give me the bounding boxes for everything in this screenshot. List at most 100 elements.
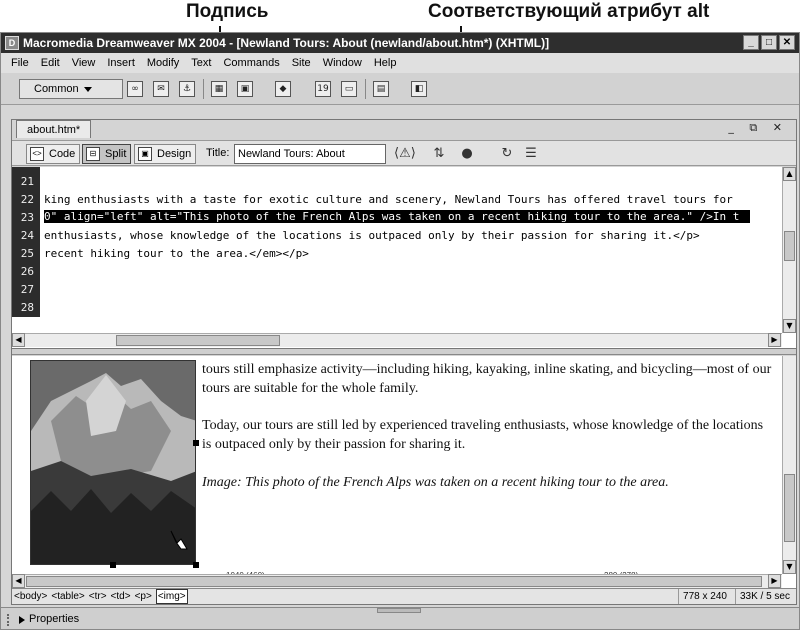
minimize-button[interactable]: _ bbox=[743, 35, 759, 50]
code-line: king enthusiasts with a taste for exotic… bbox=[44, 193, 733, 206]
split-divider[interactable] bbox=[12, 349, 796, 355]
line-number: 26 bbox=[20, 265, 34, 278]
tag-tr[interactable]: <tr> bbox=[89, 589, 107, 604]
preview-globe-icon[interactable]: ● bbox=[458, 145, 476, 163]
document-title-field[interactable] bbox=[234, 144, 386, 164]
alps-photo-image bbox=[31, 361, 195, 564]
insert-category-label: Common bbox=[34, 83, 79, 95]
menu-commands[interactable]: Commands bbox=[217, 53, 285, 73]
code-horizontal-scrollbar[interactable]: ◀ ▶ bbox=[12, 333, 782, 347]
resize-handle[interactable] bbox=[193, 562, 199, 568]
tag-td[interactable]: <td> bbox=[111, 589, 131, 604]
download-size: 33K / 5 sec bbox=[734, 589, 794, 604]
menu-file[interactable]: File bbox=[5, 53, 35, 73]
grip-icon[interactable] bbox=[7, 614, 13, 626]
properties-panel-bar[interactable]: Properties bbox=[1, 607, 799, 629]
line-number: 25 bbox=[20, 247, 34, 260]
document-tab[interactable]: about.htm* bbox=[16, 120, 92, 138]
date-icon[interactable]: 19 bbox=[315, 81, 331, 97]
line-number: 27 bbox=[20, 283, 34, 296]
maximize-button[interactable]: □ bbox=[761, 35, 777, 50]
tag-img-selected[interactable]: <img> bbox=[155, 589, 188, 604]
scroll-thumb[interactable] bbox=[116, 335, 280, 346]
design-vertical-scrollbar[interactable]: ▼ bbox=[782, 356, 796, 574]
insert-category-dropdown[interactable]: Common bbox=[19, 79, 123, 99]
design-pane[interactable]: tours still emphasize activity—including… bbox=[12, 356, 796, 588]
scroll-left-arrow[interactable]: ◀ bbox=[12, 333, 25, 347]
expand-arrow-icon[interactable] bbox=[19, 616, 25, 624]
title-label: Title: bbox=[206, 147, 230, 159]
code-line: enthusiasts, whose knowledge of the loca… bbox=[44, 229, 700, 242]
split-view-button[interactable]: ⊟ Split bbox=[82, 144, 132, 164]
menu-text[interactable]: Text bbox=[185, 53, 217, 73]
menu-edit[interactable]: Edit bbox=[35, 53, 66, 73]
callout-alt: Соответствующий атрибут alt bbox=[428, 1, 710, 22]
menu-help[interactable]: Help bbox=[368, 53, 403, 73]
code-view-label: Code bbox=[49, 148, 76, 160]
app-icon: D bbox=[5, 36, 19, 50]
scroll-down-arrow[interactable]: ▼ bbox=[783, 560, 796, 574]
tag-body[interactable]: <body> bbox=[14, 589, 47, 604]
status-bar: <body> <table> <tr> <td> <p> <img> 778 x… bbox=[12, 588, 796, 604]
menu-view[interactable]: View bbox=[66, 53, 102, 73]
line-number: 23 bbox=[20, 211, 34, 224]
menu-insert[interactable]: Insert bbox=[101, 53, 141, 73]
comment-icon[interactable]: ▭ bbox=[341, 81, 357, 97]
tag-selector: <body> <table> <tr> <td> <p> <img> bbox=[14, 589, 188, 604]
document-window-controls[interactable]: _ ⧉ ✕ bbox=[728, 121, 788, 135]
close-button[interactable]: ✕ bbox=[779, 35, 795, 50]
resize-handle[interactable] bbox=[193, 440, 199, 446]
file-management-icon[interactable]: ⇅ bbox=[430, 145, 448, 163]
properties-label[interactable]: Properties bbox=[29, 613, 79, 625]
view-options-icon[interactable]: ☰ bbox=[522, 145, 540, 163]
design-view-button[interactable]: ▣ Design bbox=[134, 144, 197, 164]
design-view-icon: ▣ bbox=[138, 147, 152, 161]
image-icon[interactable]: ▣ bbox=[237, 81, 253, 97]
line-number: 21 bbox=[20, 175, 34, 188]
tag-p[interactable]: <p> bbox=[135, 589, 152, 604]
insert-bar: Common ∞ ✉ ⚓ ▦ ▣ ◆ 19 ▭ ▤ ◧ bbox=[1, 73, 799, 105]
split-view-icon: ⊟ bbox=[86, 147, 100, 161]
design-view-label: Design bbox=[157, 148, 192, 160]
scroll-up-arrow[interactable]: ▲ bbox=[783, 167, 796, 181]
code-pane[interactable]: 21 22 23 24 25 26 27 28 king enthusiasts… bbox=[12, 167, 796, 349]
code-view-button[interactable]: <> Code bbox=[26, 144, 81, 164]
design-paragraph: tours still emphasize activity—including… bbox=[202, 362, 772, 396]
scroll-left-arrow[interactable]: ◀ bbox=[12, 574, 25, 588]
window-size-dropdown[interactable]: 778 x 240 bbox=[678, 589, 731, 604]
alps-photo[interactable] bbox=[30, 360, 196, 565]
design-horizontal-scrollbar[interactable]: ◀ ▶ bbox=[12, 574, 782, 588]
menu-window[interactable]: Window bbox=[317, 53, 368, 73]
menu-site[interactable]: Site bbox=[286, 53, 317, 73]
table-icon[interactable]: ▦ bbox=[211, 81, 227, 97]
scroll-right-arrow[interactable]: ▶ bbox=[768, 574, 781, 588]
scroll-right-arrow[interactable]: ▶ bbox=[768, 333, 781, 347]
image-caption: Image: This photo of the French Alps was… bbox=[202, 475, 669, 490]
named-anchor-icon[interactable]: ⚓ bbox=[179, 81, 195, 97]
hyperlink-icon[interactable]: ∞ bbox=[127, 81, 143, 97]
window-title: Macromedia Dreamweaver MX 2004 - [Newlan… bbox=[23, 36, 550, 50]
menu-modify[interactable]: Modify bbox=[141, 53, 185, 73]
media-icon[interactable]: ◆ bbox=[275, 81, 291, 97]
browser-check-icon[interactable]: ⟨⚠⟩ bbox=[394, 145, 416, 163]
scroll-thumb[interactable] bbox=[784, 231, 795, 261]
scroll-thumb[interactable] bbox=[26, 576, 762, 587]
code-vertical-scrollbar[interactable]: ▲ ▼ bbox=[782, 167, 796, 333]
tag-chooser-icon[interactable]: ◧ bbox=[411, 81, 427, 97]
refresh-icon[interactable]: ↻ bbox=[498, 145, 516, 163]
email-link-icon[interactable]: ✉ bbox=[153, 81, 169, 97]
templates-icon[interactable]: ▤ bbox=[373, 81, 389, 97]
workspace-gap bbox=[1, 105, 799, 119]
dreamweaver-window: D Macromedia Dreamweaver MX 2004 - [Newl… bbox=[0, 32, 800, 630]
code-line-selected: 0" align="left" alt="This photo of the F… bbox=[44, 210, 750, 223]
tag-table[interactable]: <table> bbox=[51, 589, 84, 604]
resize-handle[interactable] bbox=[110, 562, 116, 568]
scroll-down-arrow[interactable]: ▼ bbox=[783, 319, 796, 333]
scroll-thumb[interactable] bbox=[784, 474, 795, 542]
panel-collapse-handle[interactable] bbox=[377, 608, 421, 613]
code-line: recent hiking tour to the area.</em></p> bbox=[44, 247, 309, 260]
status-info: 778 x 240 33K / 5 sec bbox=[678, 589, 794, 604]
window-controls: _ □ ✕ bbox=[743, 35, 795, 50]
line-number: 28 bbox=[20, 301, 34, 314]
document-toolbar: <> Code ⊟ Split ▣ Design Title: ⟨⚠⟩ ⇅ ● … bbox=[12, 140, 796, 166]
